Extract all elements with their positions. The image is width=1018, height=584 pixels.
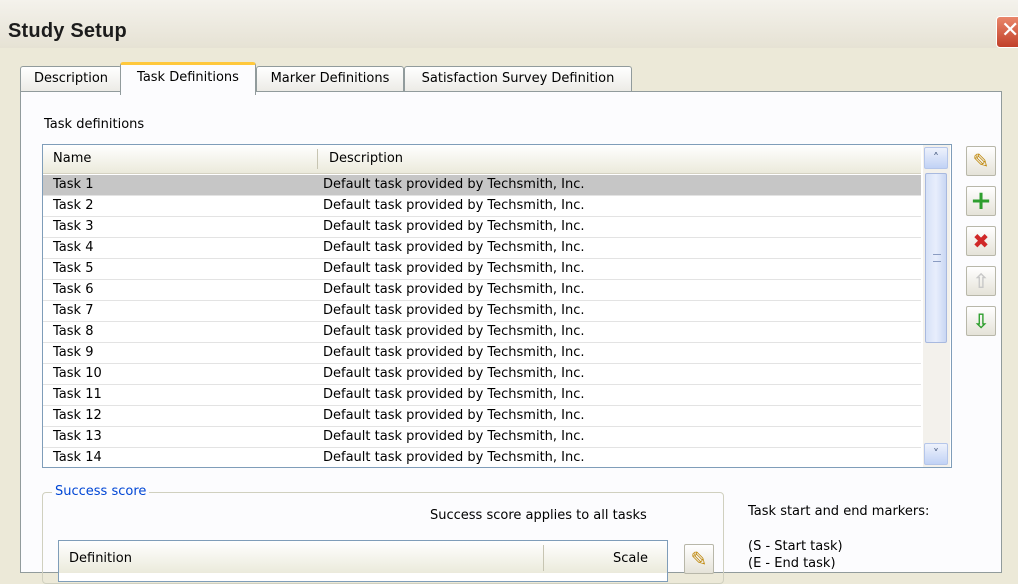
task-name-cell: Task 3 — [53, 219, 94, 234]
task-description-cell: Default task provided by Techsmith, Inc. — [323, 177, 585, 192]
success-score-header: Definition Scale — [59, 541, 667, 573]
task-name-cell: Task 14 — [53, 450, 102, 465]
task-name-cell: Task 13 — [53, 429, 102, 444]
task-description-cell: Default task provided by Techsmith, Inc. — [323, 324, 585, 339]
table-row[interactable]: Task 9 Default task provided by Techsmith… — [43, 343, 921, 364]
task-description-cell: Default task provided by Techsmith, Inc. — [323, 219, 585, 234]
task-name-cell: Task 6 — [53, 282, 94, 297]
task-name-cell: Task 4 — [53, 240, 94, 255]
table-row[interactable]: Task 12 Default task provided by Techsmit… — [43, 406, 921, 427]
move-down-button[interactable]: ⇩ — [966, 306, 996, 336]
chevron-down-icon: ˅ — [933, 447, 939, 461]
add-task-button[interactable]: + — [966, 186, 996, 216]
task-definitions-label: Task definitions — [44, 117, 145, 132]
table-row[interactable]: Task 14 Default task provided by Techsmit… — [43, 448, 921, 467]
table-row[interactable]: Task 7 Default task provided by Techsmith… — [43, 301, 921, 322]
table-row[interactable]: Task 5 Default task provided by Techsmith… — [43, 259, 921, 280]
scroll-up-button[interactable]: ˄ — [924, 147, 948, 169]
tab-description[interactable]: Description — [20, 66, 122, 91]
edit-icon: ✎ — [972, 149, 990, 173]
task-description-cell: Default task provided by Techsmith, Inc. — [323, 240, 585, 255]
close-button[interactable]: ✕ — [996, 16, 1018, 48]
task-name-cell: Task 1 — [53, 177, 94, 192]
column-header-definition[interactable]: Definition — [69, 551, 132, 566]
scroll-thumb[interactable] — [925, 173, 947, 343]
success-score-list[interactable]: Definition Scale — [58, 540, 668, 582]
markers-label: Task start and end markers: — [748, 504, 930, 519]
success-score-note: Success score applies to all tasks — [430, 508, 647, 523]
add-icon: + — [970, 186, 992, 216]
move-up-icon: ⇧ — [972, 269, 990, 293]
table-row[interactable]: Task 1 Default task provided by Techsmith… — [43, 175, 921, 196]
scroll-down-button[interactable]: ˅ — [924, 443, 948, 465]
vertical-scrollbar[interactable]: ˄ ˅ — [923, 145, 950, 467]
task-description-cell: Default task provided by Techsmith, Inc. — [323, 261, 585, 276]
window-title: Study Setup — [8, 20, 127, 42]
task-description-cell: Default task provided by Techsmith, Inc. — [323, 345, 585, 360]
task-name-cell: Task 8 — [53, 324, 94, 339]
table-row[interactable]: Task 13 Default task provided by Techsmit… — [43, 427, 921, 448]
delete-icon: ✖ — [972, 229, 990, 253]
task-description-cell: Default task provided by Techsmith, Inc. — [323, 366, 585, 381]
marker-start-text: (S - Start task) — [748, 539, 843, 554]
move-down-icon: ⇩ — [972, 309, 990, 333]
marker-end-text: (E - End task) — [748, 556, 836, 571]
chevron-up-icon: ˄ — [933, 151, 939, 165]
task-name-cell: Task 10 — [53, 366, 102, 381]
column-separator[interactable] — [543, 545, 544, 571]
task-list-header: Name Description — [43, 145, 921, 174]
table-row[interactable]: Task 2 Default task provided by Techsmith… — [43, 196, 921, 217]
move-up-button[interactable]: ⇧ — [966, 266, 996, 296]
task-description-cell: Default task provided by Techsmith, Inc. — [323, 198, 585, 213]
task-description-cell: Default task provided by Techsmith, Inc. — [323, 408, 585, 423]
task-name-cell: Task 11 — [53, 387, 102, 402]
table-row[interactable]: Task 4 Default task provided by Techsmith… — [43, 238, 921, 259]
column-separator[interactable] — [317, 149, 318, 169]
task-name-cell: Task 7 — [53, 303, 94, 318]
table-row[interactable]: Task 3 Default task provided by Techsmith… — [43, 217, 921, 238]
task-description-cell: Default task provided by Techsmith, Inc. — [323, 429, 585, 444]
table-row[interactable]: Task 10 Default task provided by Techsmit… — [43, 364, 921, 385]
task-description-cell: Default task provided by Techsmith, Inc. — [323, 450, 585, 465]
column-header-description[interactable]: Description — [319, 145, 919, 173]
task-description-cell: Default task provided by Techsmith, Inc. — [323, 303, 585, 318]
task-name-cell: Task 5 — [53, 261, 94, 276]
delete-task-button[interactable]: ✖ — [966, 226, 996, 256]
task-description-cell: Default task provided by Techsmith, Inc. — [323, 282, 585, 297]
tab-marker-definitions[interactable]: Marker Definitions — [256, 66, 404, 91]
tab-task-definitions[interactable]: Task Definitions — [120, 62, 256, 95]
edit-task-button[interactable]: ✎ — [966, 146, 996, 176]
task-name-cell: Task 2 — [53, 198, 94, 213]
task-list[interactable]: Name Description Task 1 Default task prov… — [42, 144, 952, 468]
edit-icon: ✎ — [690, 547, 708, 571]
task-name-cell: Task 9 — [53, 345, 94, 360]
table-row[interactable]: Task 11 Default task provided by Techsmit… — [43, 385, 921, 406]
edit-score-button[interactable]: ✎ — [684, 544, 714, 574]
tab-satisfaction-survey[interactable]: Satisfaction Survey Definition — [404, 66, 632, 91]
table-row[interactable]: Task 8 Default task provided by Techsmith… — [43, 322, 921, 343]
success-score-title: Success score — [52, 484, 150, 499]
grip-icon — [933, 254, 941, 262]
task-description-cell: Default task provided by Techsmith, Inc. — [323, 387, 585, 402]
task-name-cell: Task 12 — [53, 408, 102, 423]
close-icon: ✕ — [1001, 18, 1018, 43]
column-header-name[interactable]: Name — [43, 145, 317, 173]
title-bar: Study Setup ✕ — [0, 0, 1018, 48]
column-header-scale[interactable]: Scale — [613, 551, 648, 566]
table-row[interactable]: Task 6 Default task provided by Techsmith… — [43, 280, 921, 301]
